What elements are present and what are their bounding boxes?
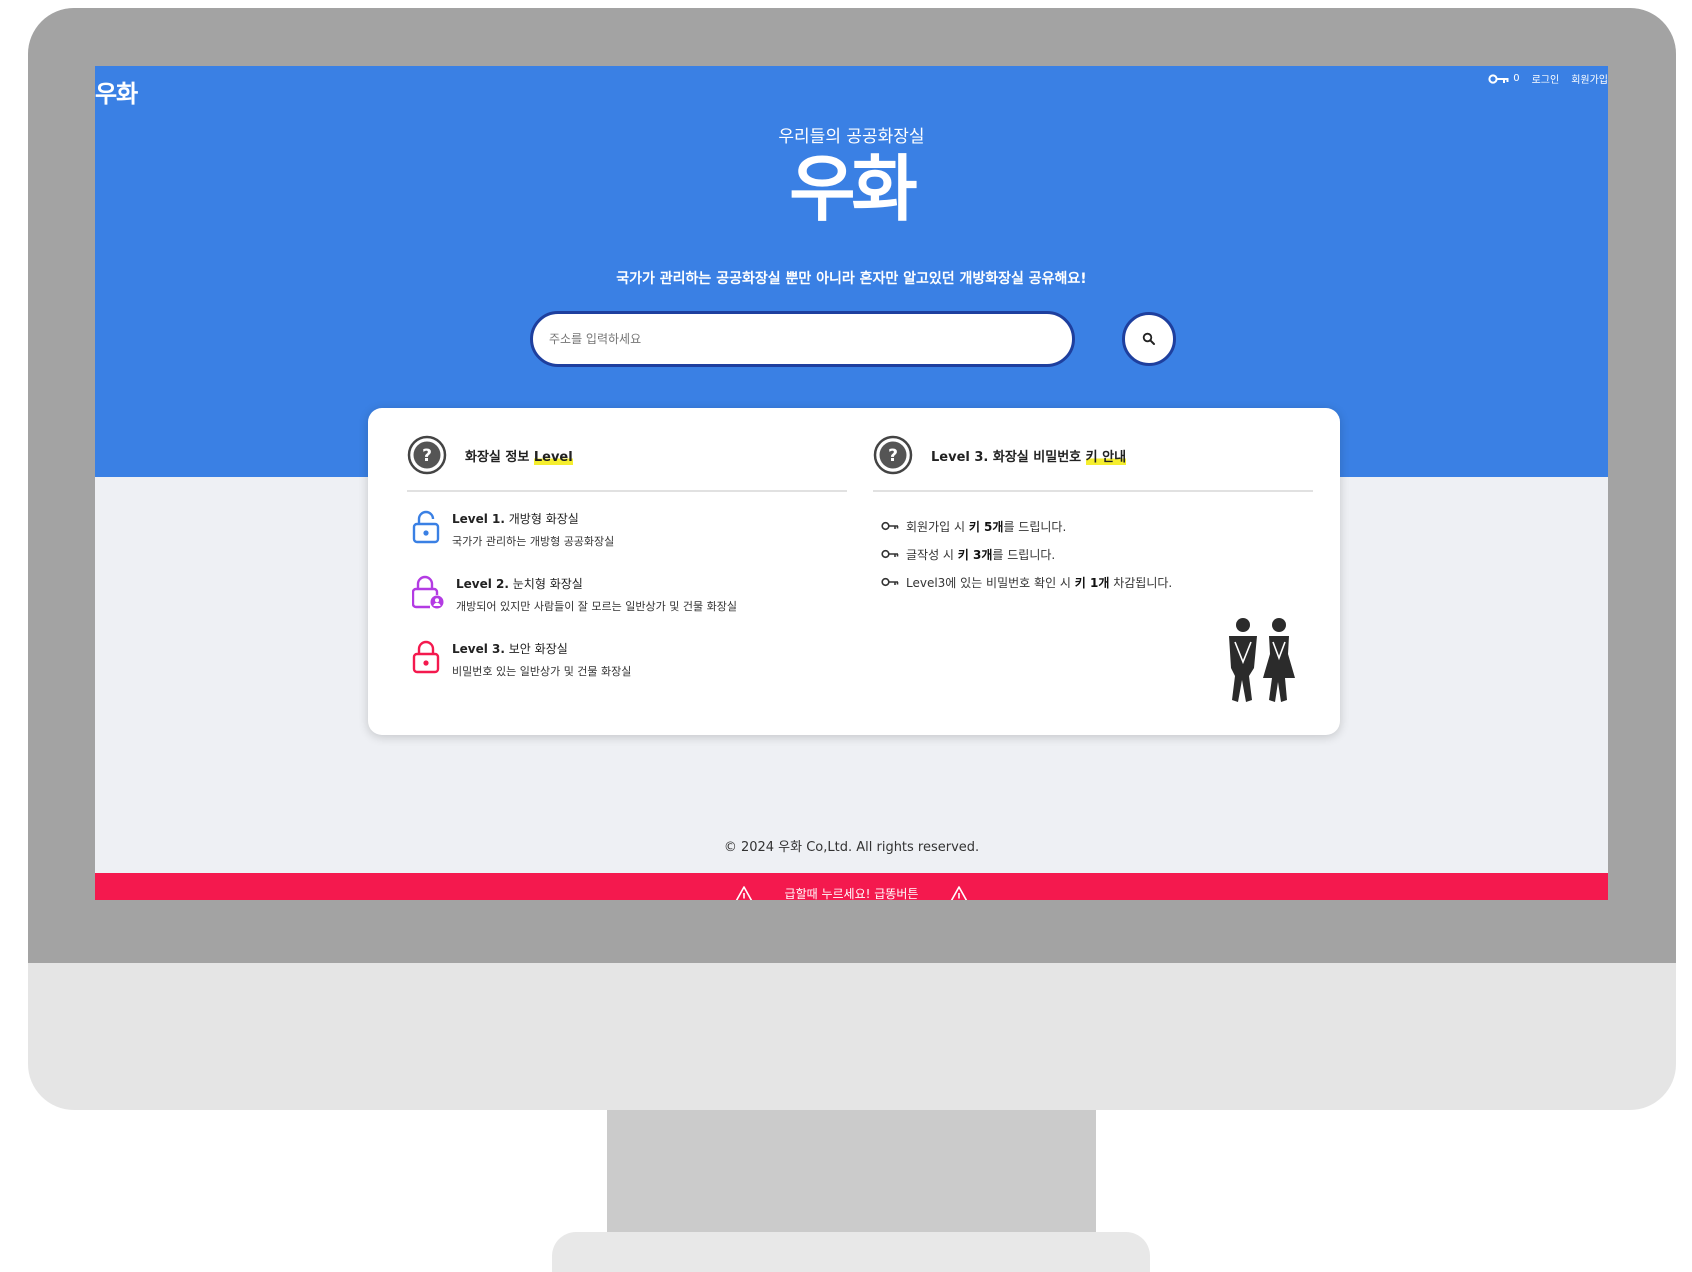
level-list: Level 1. 개방형 화장실 국가가 관리하는 개방형 공공화장실 Leve… (407, 510, 847, 705)
key-info-header: ? Level 3. 화장실 비밀번호 키 안내 (873, 432, 1313, 478)
question-icon: ? (873, 435, 913, 475)
key-icon (881, 521, 899, 531)
svg-text:?: ? (422, 446, 432, 466)
key-count-value: 0 (1513, 73, 1520, 84)
key-count: 0 (1488, 73, 1520, 84)
key-icon (881, 577, 899, 587)
login-link[interactable]: 로그인 (1532, 71, 1560, 86)
key-icon (1488, 73, 1509, 84)
level-item-3: Level 3. 보안 화장실 비밀번호 있는 일반상가 및 건물 화장실 (407, 640, 847, 705)
emergency-label: 급할때 누르세요! 급똥버튼 (784, 887, 919, 900)
key-rule-item: 회원가입 시 키 5개를 드립니다. (881, 512, 1313, 540)
hero-description: 국가가 관리하는 공공화장실 뿐만 아니라 혼자만 알고있던 개방화장실 공유해… (616, 271, 1087, 287)
site-logo[interactable]: 우화 (95, 74, 138, 109)
level-item-2: Level 2. 눈치형 화장실 개방되어 있지만 사람들이 잘 모르는 일반상… (407, 575, 847, 640)
restroom-people-illustration (1229, 618, 1295, 702)
search-input[interactable] (549, 332, 1049, 346)
level-info-header: ? 화장실 정보 Level (407, 432, 847, 478)
top-nav: 0 로그인 회원가입 (1488, 71, 1608, 86)
signup-link[interactable]: 회원가입 (1571, 71, 1608, 86)
user-lock-icon (412, 575, 444, 609)
level-info-column: ? 화장실 정보 Level Level 1. 개방형 화장실 국가가 관리하는… (407, 432, 847, 705)
search-bar (530, 311, 1075, 367)
emergency-button[interactable]: 급할때 누르세요! 급똥버튼 (95, 873, 1608, 900)
question-icon: ? (407, 435, 447, 475)
unlocked-lock-icon (412, 510, 440, 544)
key-icon (881, 549, 899, 559)
website-screen: 우화 0 로그인 회원가입 우리들의 공공화장실 우화 국가가 관리하는 공공화… (95, 66, 1608, 900)
svg-text:?: ? (888, 446, 898, 466)
search-icon (1142, 332, 1155, 345)
key-rule-list: 회원가입 시 키 5개를 드립니다. 글작성 시 키 3개를 드립니다. Lev… (873, 512, 1313, 596)
warning-icon (951, 886, 968, 900)
monitor-stand-base (552, 1232, 1150, 1272)
copyright-text: © 2024 우화 Co,Ltd. All rights reserved. (723, 840, 980, 855)
hero-subtitle: 우리들의 공공화장실 (778, 127, 925, 147)
info-card: ? 화장실 정보 Level Level 1. 개방형 화장실 국가가 관리하는… (368, 408, 1340, 735)
key-rule-item: Level3에 있는 비밀번호 확인 시 키 1개 차감됩니다. (881, 568, 1313, 596)
key-info-column: ? Level 3. 화장실 비밀번호 키 안내 회원가입 시 키 5개를 드립… (873, 432, 1313, 596)
key-rule-item: 글작성 시 키 3개를 드립니다. (881, 540, 1313, 568)
key-info-title: Level 3. 화장실 비밀번호 키 안내 (931, 449, 1127, 465)
level-item-1: Level 1. 개방형 화장실 국가가 관리하는 개방형 공공화장실 (407, 510, 847, 575)
search-button[interactable] (1122, 312, 1176, 366)
divider (873, 490, 1313, 492)
warning-icon (735, 886, 752, 900)
hero-title: 우화 (789, 147, 917, 231)
level-info-title: 화장실 정보 Level (465, 449, 573, 465)
divider (407, 490, 847, 492)
monitor-stand-neck (607, 1110, 1096, 1234)
locked-lock-icon (412, 640, 440, 674)
